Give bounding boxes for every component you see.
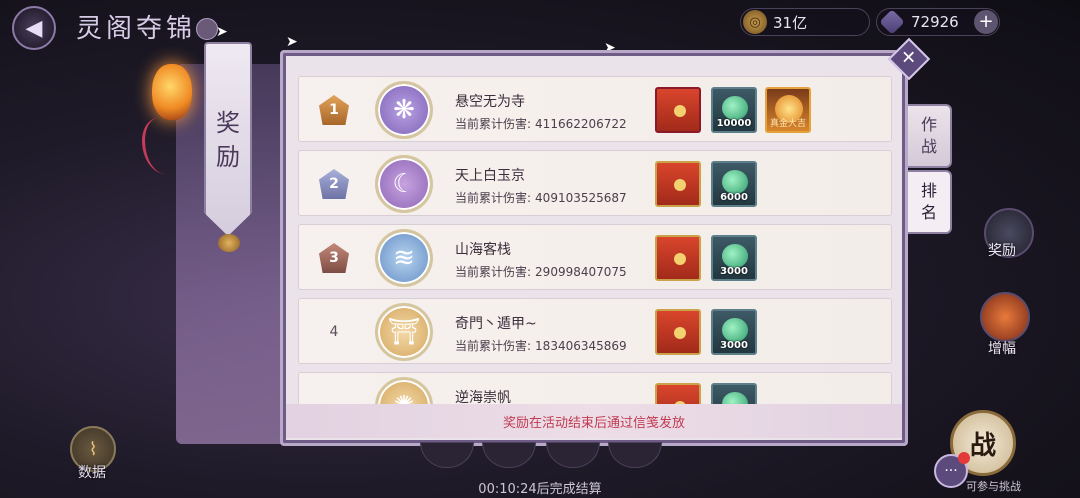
guild-name: 悬空无为寺 [455,94,525,110]
reward-side-label: 奖励 [988,243,1016,259]
damage-line: 当前累计伤害: 183406345869 [455,337,627,354]
gem-value: 72926 [911,13,959,31]
orb-slot [482,442,536,468]
close-icon: ✕ [901,48,917,69]
guild-avatar[interactable]: ❋ [375,81,433,139]
back-arrow-icon: ◀ [25,15,43,41]
reward-header-char-1: 奖 [216,109,240,137]
tab-ranking[interactable]: 排 名 [908,170,952,234]
reward-red-envelope[interactable] [655,235,701,281]
tab-ranking-char-2: 名 [920,203,937,222]
reward-count: 6000 [720,192,748,203]
guild-avatar[interactable]: ⛩ [375,303,433,361]
info-icon[interactable] [196,18,218,40]
guild-name: 天上白玉京 [455,168,525,184]
boost-button[interactable] [980,292,1030,342]
reward-red-envelope[interactable] [655,161,701,207]
reward-jade[interactable] [711,383,757,404]
damage-label: 当前累计伤害: [455,191,532,205]
reward-red-envelope[interactable] [655,87,701,133]
orb-slot [608,442,662,468]
top-bar: ◀ 灵阁夺锦 ◎ 31亿 72926 + [0,0,1080,50]
guild-name: 奇門丶遁甲~ [455,316,537,332]
reward-count: 3000 [720,340,748,351]
gem-icon [879,9,905,35]
add-gems-button[interactable]: + [974,10,998,34]
damage-label: 当前累计伤害: [455,265,532,279]
reward-special-item[interactable]: 真金大吉 [765,87,811,133]
chart-icon: ⌇ [88,438,98,460]
tab-combat[interactable]: 作 战 [908,104,952,168]
tab-ranking-char-1: 排 [920,181,937,200]
orb-slot [420,442,474,468]
guild-avatar[interactable]: ☾ [375,155,433,213]
coin-counter: ◎ 31亿 [740,8,870,36]
list-item[interactable]: 4 ⛩ 奇門丶遁甲~ 当前累计伤害: 183406345869 3000 [298,298,892,364]
rank-medal-silver: 2 [319,169,349,199]
orb-slot [546,442,600,468]
reward-count: 10000 [716,118,752,129]
guild-avatar[interactable]: ✺ [375,377,433,404]
guild-name: 山海客栈 [455,242,511,258]
damage-value: 409103525687 [535,191,627,205]
rank-number: 4 [329,324,339,340]
damage-line: 当前累计伤害: 290998407075 [455,263,627,280]
damage-line: 当前累计伤害: 409103525687 [455,189,627,206]
lantern-icon [152,64,192,120]
reward-item-label: 真金大吉 [769,119,806,129]
page-title: 灵阁夺锦 [76,14,197,44]
bell-icon [218,234,240,252]
boost-label: 增幅 [988,341,1016,357]
settlement-countdown: 00:10:24后完成结算 [478,482,602,497]
rank-medal-gold: 1 [319,95,349,125]
back-button[interactable]: ◀ [12,6,56,50]
reward-header-char-2: 励 [216,143,240,171]
reward-jade[interactable]: 3000 [711,235,757,281]
reward-jade[interactable]: 6000 [711,161,757,207]
damage-value: 290998407075 [535,265,627,279]
bird-icon: ➤ [216,24,228,40]
coin-icon: ◎ [743,10,767,34]
reward-notice: 奖励在活动结束后通过信笺发放 [286,404,902,438]
list-item[interactable]: 2 ☾ 天上白玉京 当前累计伤害: 409103525687 6000 [298,150,892,216]
reward-count: 3000 [720,266,748,277]
list-item[interactable]: 3 ≋ 山海客栈 当前累计伤害: 290998407075 3000 [298,224,892,290]
tab-combat-char-2: 战 [920,137,937,156]
bird-icon: ➤ [286,34,298,50]
guild-name: 逆海崇帆 [455,390,511,404]
damage-value: 411662206722 [535,117,627,131]
tab-combat-char-1: 作 [920,115,937,134]
reward-red-envelope[interactable] [655,309,701,355]
reward-jade[interactable]: 3000 [711,309,757,355]
rank-medal-bronze: 3 [319,243,349,273]
damage-label: 当前累计伤害: [455,339,532,353]
damage-value: 183406345869 [535,339,627,353]
list-item[interactable]: ✺ 逆海崇帆 [298,372,892,404]
damage-line: 当前累计伤害: 411662206722 [455,115,627,132]
damage-label: 当前累计伤害: [455,117,532,131]
notification-badge [958,452,970,464]
ranking-list[interactable]: 1 ❋ 悬空无为寺 当前累计伤害: 411662206722 10000 真金大吉… [298,76,892,404]
reward-header-tab: 奖 励 [204,42,252,236]
list-item[interactable]: 1 ❋ 悬空无为寺 当前累计伤害: 411662206722 10000 真金大吉 [298,76,892,142]
tassel-decoration [142,118,182,174]
reward-jade[interactable]: 10000 [711,87,757,133]
reward-red-envelope[interactable] [655,383,701,404]
guild-avatar[interactable]: ≋ [375,229,433,287]
bottom-decoration [420,442,662,470]
chat-icon: ··· [944,463,958,479]
coin-value: 31亿 [773,13,808,32]
